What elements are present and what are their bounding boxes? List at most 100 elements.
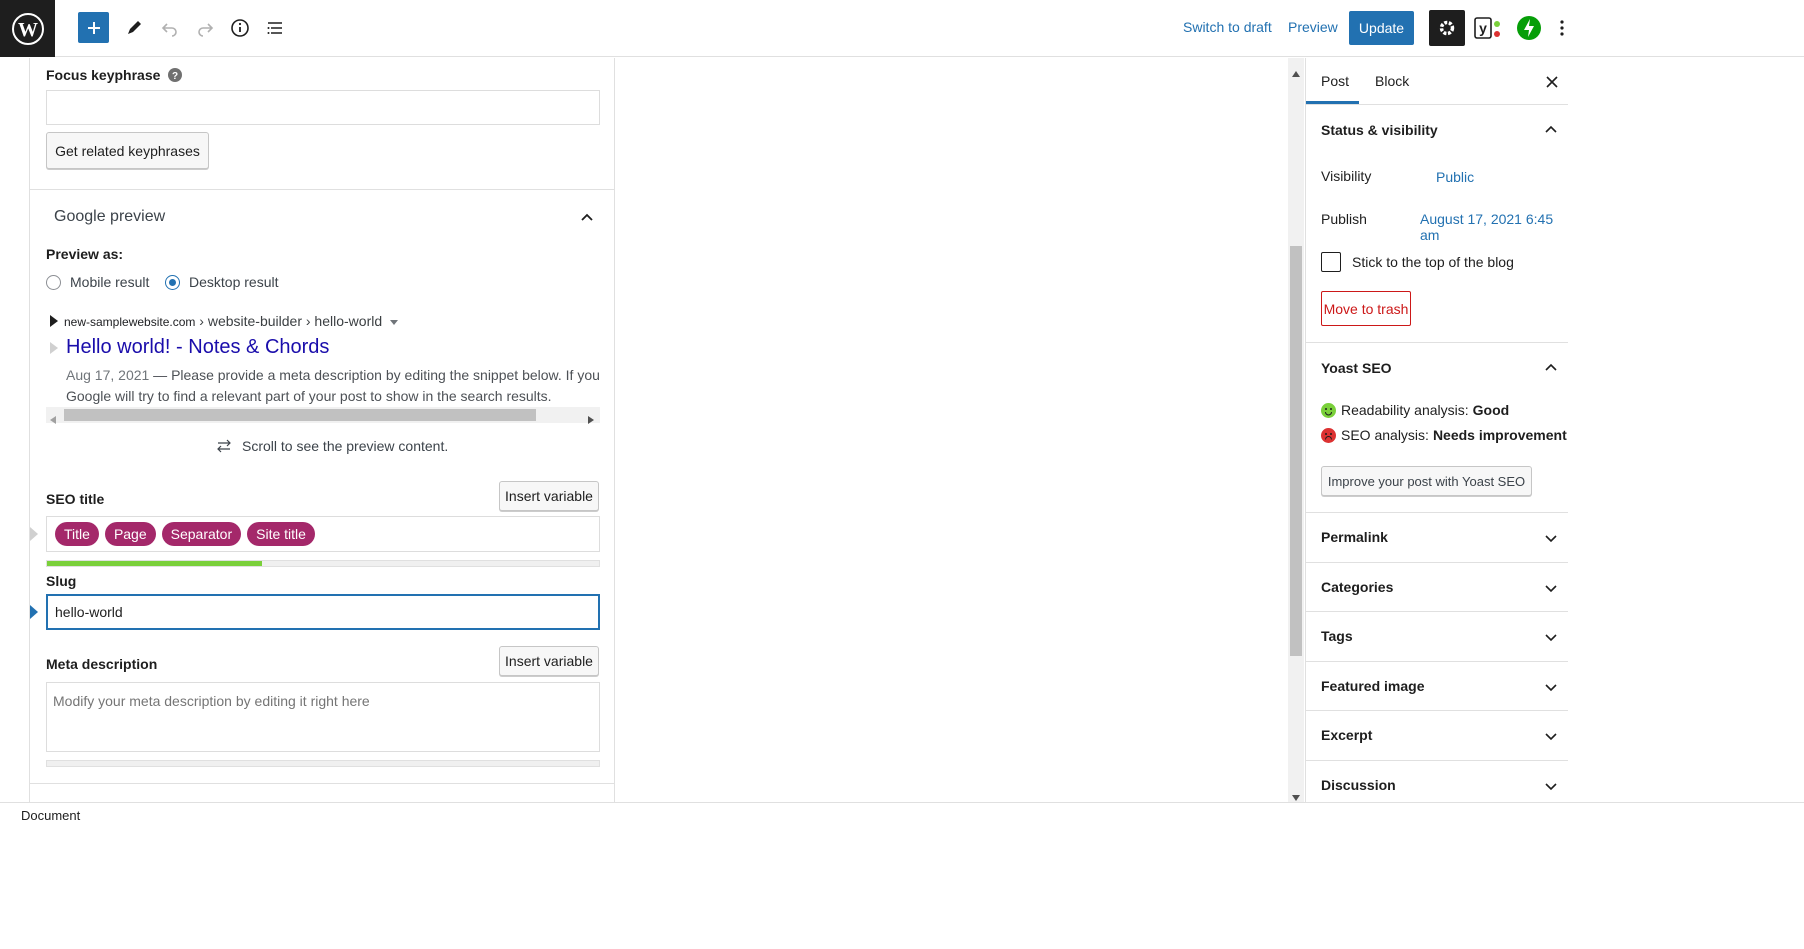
snippet-line1: — Please provide a meta description by e… — [149, 367, 600, 383]
meta-progress-bar — [46, 760, 600, 767]
seo-analysis-row[interactable]: SEO analysis: Needs improvement — [1321, 427, 1567, 443]
snippet-domain: new-samplewebsite.com — [64, 315, 196, 329]
chevron-down-icon[interactable] — [1544, 531, 1558, 545]
tags-panel[interactable]: Tags — [1306, 612, 1568, 662]
seo-title-input[interactable]: Title Page Separator Site title — [46, 516, 600, 552]
yoast-logo-icon[interactable]: y — [1472, 14, 1506, 42]
chevron-down-icon[interactable] — [1544, 581, 1558, 595]
focus-keyphrase-label: Focus keyphrase — [46, 67, 161, 83]
undo-icon[interactable] — [156, 14, 184, 42]
help-icon[interactable]: ? — [168, 68, 183, 82]
more-options-icon[interactable] — [1555, 14, 1569, 42]
seo-title-insert-variable-button[interactable]: Insert variable — [499, 481, 599, 511]
yoast-seo-title[interactable]: Yoast SEO — [1321, 360, 1392, 376]
get-related-keyphrases-button[interactable]: Get related keyphrases — [46, 132, 209, 169]
switch-to-draft-link[interactable]: Switch to draft — [1183, 19, 1272, 35]
divider — [30, 783, 614, 784]
permalink-panel[interactable]: Permalink — [1306, 513, 1568, 563]
caret-right-light-icon — [50, 341, 58, 357]
caret-right-icon — [50, 314, 58, 330]
jetpack-icon[interactable] — [1514, 13, 1544, 43]
edit-tools-icon[interactable] — [120, 14, 148, 42]
scroll-right-arrow-icon[interactable] — [588, 411, 594, 427]
categories-panel[interactable]: Categories — [1306, 563, 1568, 612]
svg-text:y: y — [1479, 20, 1487, 36]
tags-title[interactable]: Tags — [1321, 628, 1353, 644]
visibility-label: Visibility — [1321, 168, 1372, 184]
horizontal-scrollbar[interactable] — [46, 407, 600, 424]
move-to-trash-button[interactable]: Move to trash — [1321, 291, 1411, 326]
scroll-left-arrow-icon[interactable] — [50, 411, 56, 427]
slug-input[interactable] — [46, 594, 600, 630]
tab-post[interactable]: Post — [1321, 73, 1349, 89]
list-view-icon[interactable] — [261, 14, 289, 42]
categories-title[interactable]: Categories — [1321, 579, 1393, 595]
chevron-down-icon[interactable] — [1544, 779, 1558, 793]
status-visibility-title[interactable]: Status & visibility — [1321, 122, 1438, 138]
horizontal-scroll-thumb[interactable] — [64, 409, 536, 421]
publish-date-link[interactable]: August 17, 2021 6:45 am — [1420, 211, 1568, 243]
caret-right-active-icon — [30, 605, 38, 622]
google-preview-title: Google preview — [54, 208, 166, 225]
improve-with-yoast-button[interactable]: Improve your post with Yoast SEO — [1321, 466, 1532, 496]
mobile-result-radio[interactable]: Mobile result — [46, 274, 149, 290]
pill-site-title[interactable]: Site title — [247, 522, 315, 546]
vertical-scroll-thumb[interactable] — [1290, 246, 1302, 656]
excerpt-title[interactable]: Excerpt — [1321, 727, 1372, 743]
tab-block[interactable]: Block — [1375, 73, 1409, 89]
settings-gear-icon[interactable] — [1429, 10, 1465, 46]
chevron-down-icon[interactable] — [1544, 729, 1558, 743]
status-visibility-panel: Status & visibility Visibility Public Pu… — [1306, 105, 1568, 343]
radio-checked-icon[interactable] — [165, 274, 180, 290]
readability-value: Good — [1472, 402, 1510, 418]
sticky-checkbox[interactable] — [1321, 252, 1341, 272]
redo-icon[interactable] — [191, 14, 219, 42]
info-icon[interactable] — [226, 14, 254, 42]
readability-row[interactable]: Readability analysis: Good — [1321, 402, 1509, 418]
document-breadcrumb[interactable]: Document — [21, 808, 80, 823]
scroll-hint-text: Scroll to see the preview content. — [242, 438, 449, 454]
permalink-title[interactable]: Permalink — [1321, 529, 1388, 545]
chevron-up-icon[interactable] — [1544, 122, 1558, 136]
radio-unchecked-icon[interactable] — [46, 274, 61, 290]
add-block-button[interactable] — [78, 12, 109, 43]
chevron-down-icon[interactable] — [1544, 630, 1558, 644]
sticky-checkbox-row[interactable]: Stick to the top of the blog — [1321, 252, 1514, 272]
sidebar-tabs: Post Block — [1306, 58, 1568, 105]
preview-link[interactable]: Preview — [1288, 19, 1338, 35]
seo-title-label: SEO title — [46, 491, 105, 507]
vertical-scrollbar[interactable] — [1288, 58, 1304, 802]
editor-canvas[interactable] — [616, 58, 1288, 802]
desktop-result-label: Desktop result — [189, 274, 279, 290]
featured-image-panel[interactable]: Featured image — [1306, 662, 1568, 711]
active-tab-indicator — [1306, 101, 1359, 104]
wordpress-logo-icon[interactable]: W — [0, 0, 55, 57]
meta-insert-variable-button[interactable]: Insert variable — [499, 646, 599, 676]
desktop-result-radio[interactable]: Desktop result — [165, 274, 278, 290]
snippet-path: › website-builder › hello-world — [195, 313, 383, 329]
excerpt-panel[interactable]: Excerpt — [1306, 711, 1568, 761]
chevron-up-icon[interactable] — [580, 210, 594, 227]
svg-text:W: W — [18, 19, 38, 41]
featured-image-title[interactable]: Featured image — [1321, 678, 1424, 694]
meta-description-textarea[interactable] — [46, 682, 600, 752]
seo-analysis-value: Needs improvement — [1432, 427, 1567, 443]
pill-title[interactable]: Title — [55, 522, 99, 546]
snippet-title-link[interactable]: Hello world! - Notes & Chords — [66, 336, 329, 359]
visibility-value-link[interactable]: Public — [1436, 169, 1474, 185]
snippet-date: Aug 17, 2021 — [66, 367, 150, 383]
publish-label: Publish — [1321, 211, 1367, 227]
focus-keyphrase-input[interactable] — [46, 90, 600, 125]
discussion-panel[interactable]: Discussion — [1306, 761, 1568, 801]
discussion-title[interactable]: Discussion — [1321, 777, 1396, 793]
mobile-result-label: Mobile result — [70, 274, 150, 290]
close-icon[interactable] — [1546, 75, 1558, 91]
update-button[interactable]: Update — [1349, 11, 1414, 45]
pill-separator[interactable]: Separator — [161, 522, 242, 546]
scroll-up-arrow-icon[interactable] — [1292, 64, 1300, 80]
pill-page[interactable]: Page — [104, 522, 156, 546]
preview-as-label: Preview as: — [46, 246, 124, 262]
chevron-up-icon[interactable] — [1544, 360, 1558, 374]
chevron-down-icon[interactable] — [1544, 680, 1558, 694]
smiley-bad-icon — [1321, 427, 1336, 443]
